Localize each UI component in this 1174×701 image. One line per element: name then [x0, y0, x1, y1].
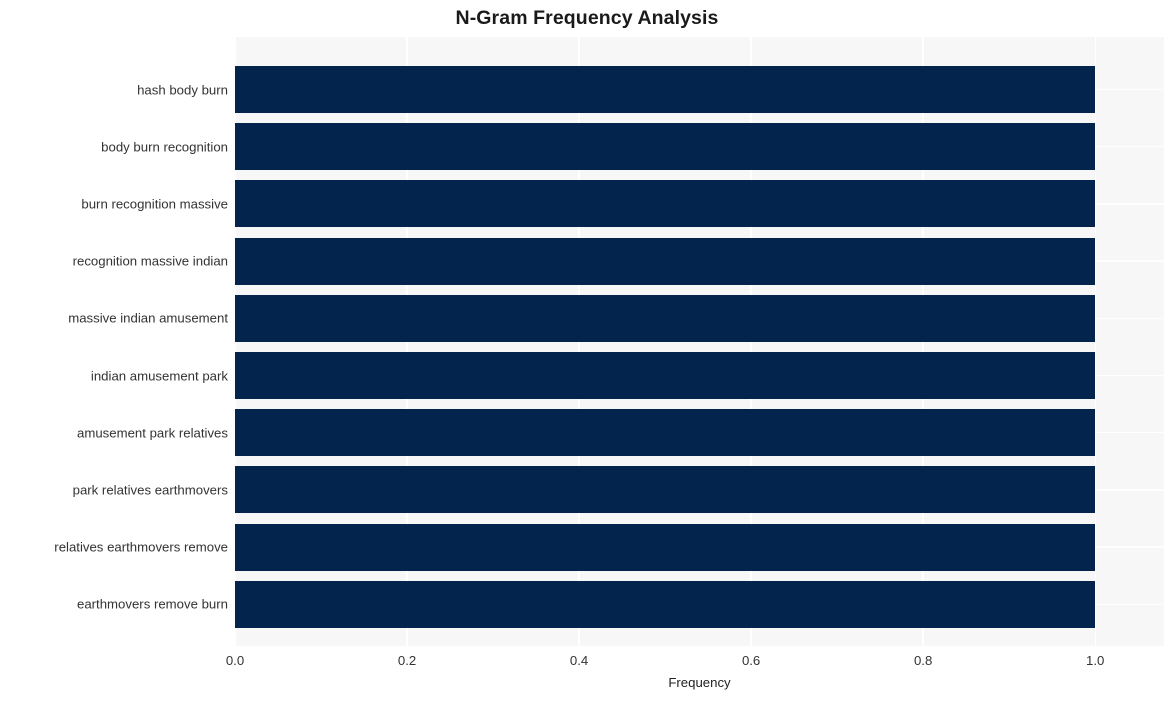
x-axis-tick-label: 1.0: [1086, 653, 1105, 668]
y-axis-tick-label: massive indian amusement: [68, 310, 228, 326]
x-axis-tick-label: 0.8: [913, 653, 933, 668]
bar: [235, 123, 1096, 171]
y-axis-tick-label: relatives earthmovers remove: [54, 539, 228, 555]
y-axis-tick-label: body burn recognition: [101, 139, 228, 155]
bar: [235, 409, 1096, 457]
bar: [235, 580, 1096, 628]
plot-area: [234, 37, 1164, 646]
bar: [235, 180, 1096, 228]
x-axis-tick-label: 0.0: [225, 653, 245, 668]
y-axis-tick-label: hash body burn: [137, 82, 228, 97]
bar: [235, 352, 1096, 399]
y-axis-tick-label: indian amusement park: [90, 368, 228, 383]
chart-title: N-Gram Frequency Analysis: [455, 7, 719, 29]
y-axis-tick-label: amusement park relatives: [77, 425, 228, 441]
x-axis-tick-label: 0.6: [741, 653, 761, 668]
bar: [235, 294, 1096, 342]
bar: [235, 523, 1096, 571]
x-axis-title: Frequency: [668, 675, 731, 690]
chart-figure: N-Gram Frequency Analysis hash body burn…: [0, 0, 1174, 701]
bar: [235, 237, 1096, 285]
bar: [235, 66, 1096, 113]
x-axis-tick-label: 0.4: [569, 653, 589, 668]
y-axis-tick-label: earthmovers remove burn: [77, 596, 228, 612]
bar: [235, 466, 1096, 514]
y-axis-tick-label: park relatives earthmovers: [72, 482, 228, 498]
x-axis-tick-label: 0.2: [397, 653, 417, 668]
y-axis-tick-label: recognition massive indian: [72, 253, 228, 269]
y-axis-tick-label: burn recognition massive: [81, 196, 228, 212]
